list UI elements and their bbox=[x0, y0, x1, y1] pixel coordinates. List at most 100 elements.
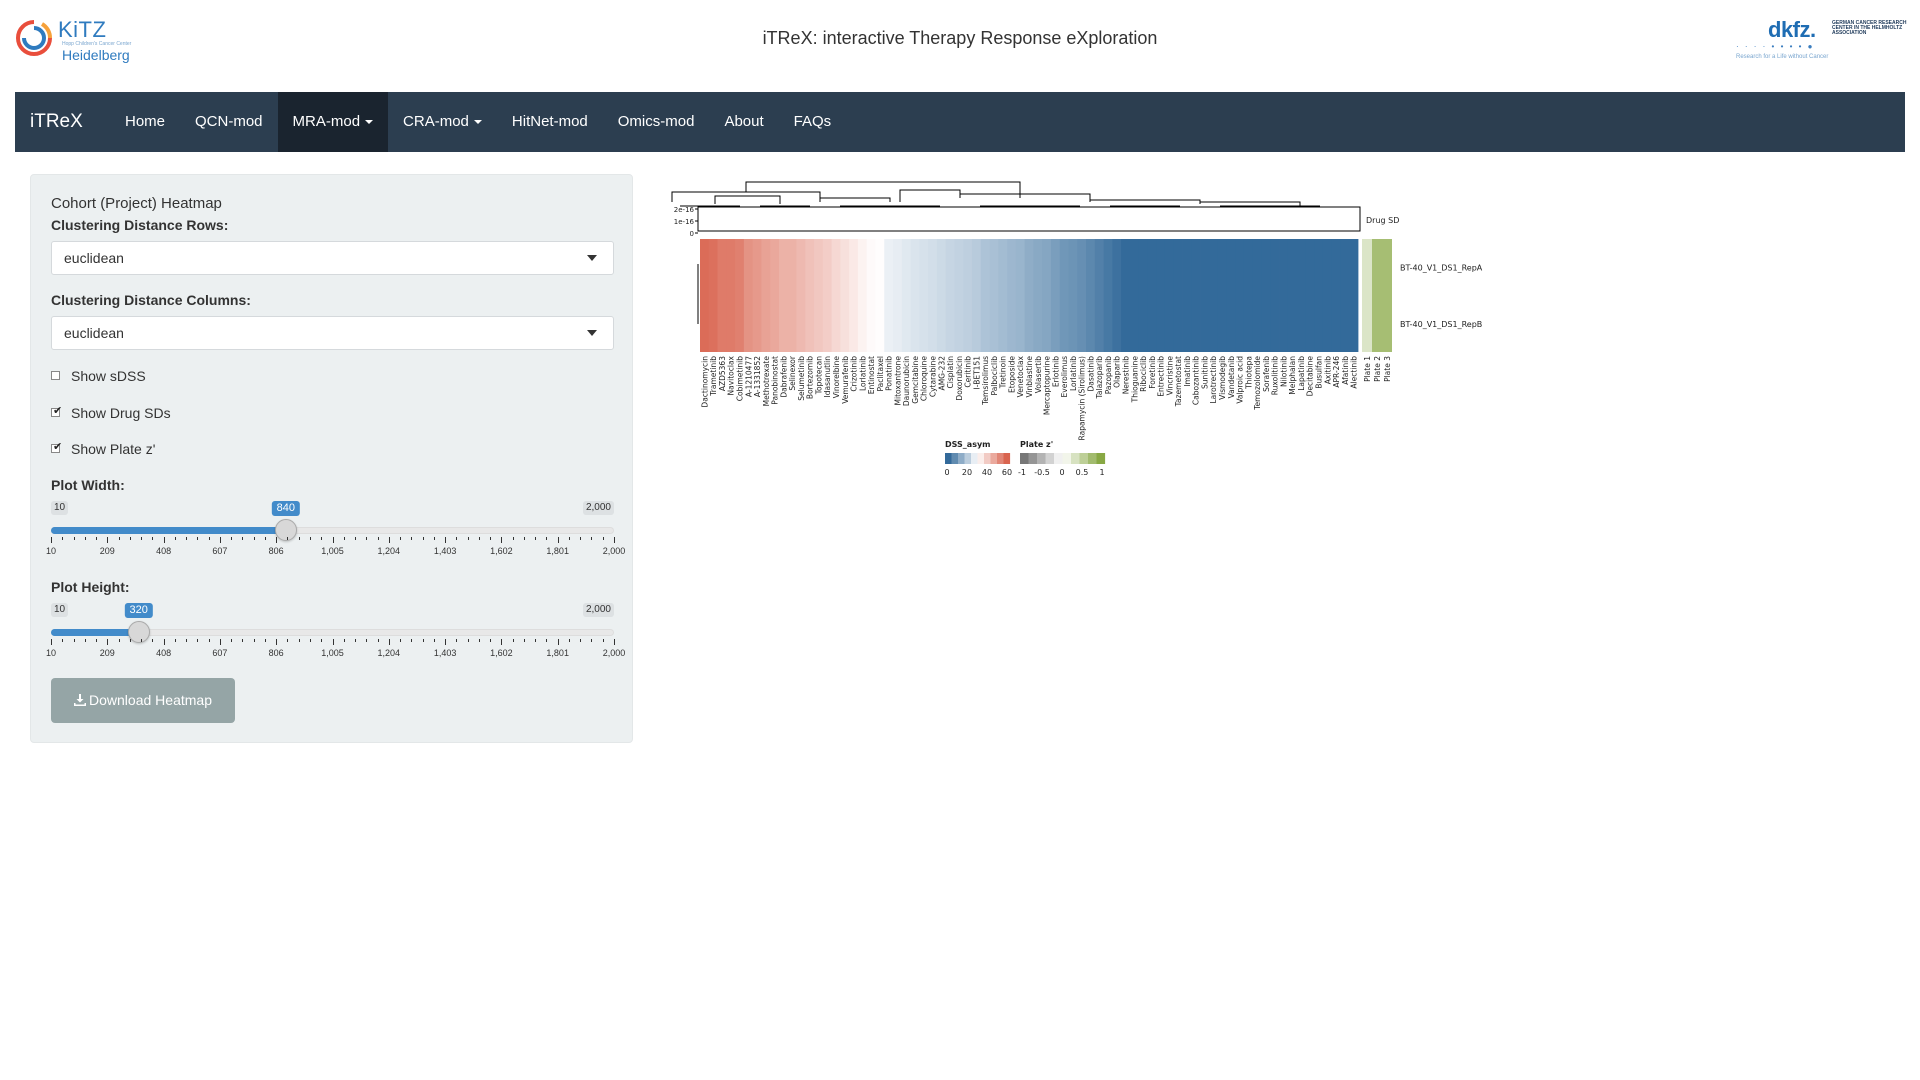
column-label: I-BET151 bbox=[972, 356, 981, 390]
legend-dss-swatch bbox=[951, 453, 959, 464]
legend-dss-swatch bbox=[964, 453, 972, 464]
checkbox-box[interactable] bbox=[51, 371, 60, 380]
column-label: Navitoclax bbox=[727, 355, 736, 395]
dendrogram-branch bbox=[671, 191, 821, 202]
checkbox-label: Show Plate z' bbox=[71, 441, 156, 457]
nav-item-label: FAQs bbox=[793, 113, 832, 130]
slider-tick bbox=[512, 639, 514, 642]
plot-height-slider[interactable]: 10 2,000 320 10 209 408 607 806 1,005 1,204 1,4… bbox=[46, 603, 625, 663]
heatmap-cell bbox=[1322, 239, 1333, 296]
column-label: Afatinib bbox=[1341, 356, 1350, 385]
slider-tick bbox=[456, 537, 458, 540]
slider-tick bbox=[490, 639, 492, 642]
dist-rows-value: euclidean bbox=[64, 250, 124, 266]
heatmap-cell bbox=[875, 239, 885, 296]
slider-tick bbox=[321, 537, 323, 540]
checkbox-box[interactable]: ✔ bbox=[51, 405, 62, 417]
slider-tick-label: 806 bbox=[268, 546, 284, 556]
download-heatmap-button[interactable]: Download Heatmap bbox=[51, 678, 235, 723]
slider-tick bbox=[478, 537, 480, 540]
slider-tick bbox=[580, 537, 582, 540]
slider-tick-label: 1,005 bbox=[321, 546, 344, 556]
column-label: Pazopanib bbox=[1104, 356, 1113, 395]
heatmap-cell bbox=[919, 239, 929, 296]
legend-plate-swatch bbox=[1028, 453, 1038, 464]
slider-tick-label: 209 bbox=[99, 546, 115, 556]
heatmap-cell bbox=[1059, 295, 1069, 352]
navbar-brand[interactable]: iTReX bbox=[30, 92, 83, 152]
heatmap-cell bbox=[866, 239, 876, 296]
slider-tick bbox=[332, 639, 334, 645]
heatmap-cell bbox=[1217, 239, 1227, 296]
slider-tick-label: 607 bbox=[212, 546, 228, 556]
plate-label: Plate 2 bbox=[1373, 356, 1382, 382]
row-label: BT-40_V1_DS1_RepB bbox=[1400, 320, 1482, 329]
slider-tick bbox=[377, 639, 379, 642]
nav-item-label: About bbox=[724, 113, 764, 130]
slider-fill bbox=[51, 527, 286, 534]
heatmap-cell bbox=[1112, 239, 1122, 296]
slider-tick bbox=[557, 537, 559, 543]
column-label: Panobinostat bbox=[771, 356, 780, 405]
slider-tick bbox=[512, 537, 514, 540]
heatmap-cell bbox=[971, 239, 982, 296]
heatmap-cell bbox=[1270, 239, 1280, 296]
nav-item-mra-mod[interactable]: MRA-mod bbox=[277, 92, 389, 152]
heatmap-cell bbox=[1103, 239, 1113, 296]
checkbox-label: Show Drug SDs bbox=[71, 405, 171, 421]
heatmap-cell bbox=[752, 295, 762, 352]
column-label: Nilotinib bbox=[1279, 356, 1288, 387]
heatmap-cell bbox=[1340, 295, 1350, 352]
nav-item-qcn-mod[interactable]: QCN-mod bbox=[180, 92, 278, 152]
column-label: Nerestinib bbox=[1122, 356, 1131, 395]
slider-tick bbox=[433, 639, 435, 642]
heatmap-cell bbox=[893, 295, 903, 352]
download-label: Download Heatmap bbox=[89, 692, 212, 708]
dkfz-logo[interactable]: dkfz. GERMAN CANCER RESEARCH CENTER IN T… bbox=[1736, 18, 1906, 64]
column-label: Sunitinib bbox=[1200, 356, 1209, 389]
nav-item-hitnet-mod[interactable]: HitNet-mod bbox=[497, 92, 603, 152]
plate-label: Plate 1 bbox=[1363, 356, 1372, 382]
slider-tick bbox=[388, 639, 390, 645]
nav-item-about[interactable]: About bbox=[709, 92, 778, 152]
column-label: Daunorubicin bbox=[902, 356, 911, 406]
slider-tick bbox=[287, 537, 289, 540]
dkfz-dots-icon: · · · · • • • • ● bbox=[1736, 42, 1815, 51]
column-label: Ponatinib bbox=[885, 356, 894, 391]
slider-tick-label: 2,000 bbox=[602, 546, 626, 556]
main-navbar: iTReX Home QCN-mod MRA-mod CRA-mod HitNet-mo… bbox=[15, 92, 1905, 152]
heatmap-cell bbox=[901, 295, 911, 352]
drug-sd-axis-label: 2e-16 bbox=[674, 206, 695, 214]
check-icon: ✔ bbox=[53, 441, 63, 453]
slider-tick-label: 1,005 bbox=[321, 648, 344, 658]
heatmap-cell bbox=[1015, 295, 1026, 352]
nav-item-home[interactable]: Home bbox=[110, 92, 180, 152]
column-label: Valproic acid bbox=[1236, 356, 1245, 404]
heatmap-cell bbox=[963, 295, 973, 352]
checkbox-box[interactable]: ✔ bbox=[51, 441, 63, 453]
nav-item-cra-mod[interactable]: CRA-mod bbox=[388, 92, 497, 152]
column-label: Topotecan bbox=[814, 356, 823, 396]
nav-item-omics-mod[interactable]: Omics-mod bbox=[603, 92, 710, 152]
heatmap-cell bbox=[805, 239, 815, 296]
column-label: Dabrafenib bbox=[779, 356, 788, 398]
dist-cols-label: Clustering Distance Columns: bbox=[51, 292, 251, 308]
heatmap-cell bbox=[822, 295, 832, 352]
heatmap-cell bbox=[1050, 239, 1061, 296]
column-label: Venetoclax bbox=[1016, 355, 1025, 397]
panel-title: Cohort (Project) Heatmap bbox=[51, 195, 222, 212]
dist-cols-select[interactable]: euclidean bbox=[51, 316, 614, 350]
heatmap-cell bbox=[770, 295, 780, 352]
column-label: Tretinoin bbox=[999, 356, 1008, 389]
legend-dss-tick: 60 bbox=[1002, 468, 1012, 477]
plot-width-slider[interactable]: 10 2,000 840 10 209 408 607 806 1,005 1,204 1,4… bbox=[46, 501, 625, 561]
heatmap-cell bbox=[1077, 295, 1087, 352]
app-title: iTReX: interactive Therapy Response eXpl… bbox=[762, 28, 1158, 48]
dist-rows-select[interactable]: euclidean bbox=[51, 241, 614, 275]
nav-item-faqs[interactable]: FAQs bbox=[779, 92, 847, 152]
dkfz-logo-subtitle: GERMAN CANCER RESEARCH CENTER IN THE HEL… bbox=[1832, 20, 1907, 36]
slider-tick bbox=[118, 639, 120, 642]
slider-tick bbox=[276, 537, 278, 543]
slider-value: 320 bbox=[124, 603, 153, 618]
heatmap-cell bbox=[743, 295, 754, 352]
